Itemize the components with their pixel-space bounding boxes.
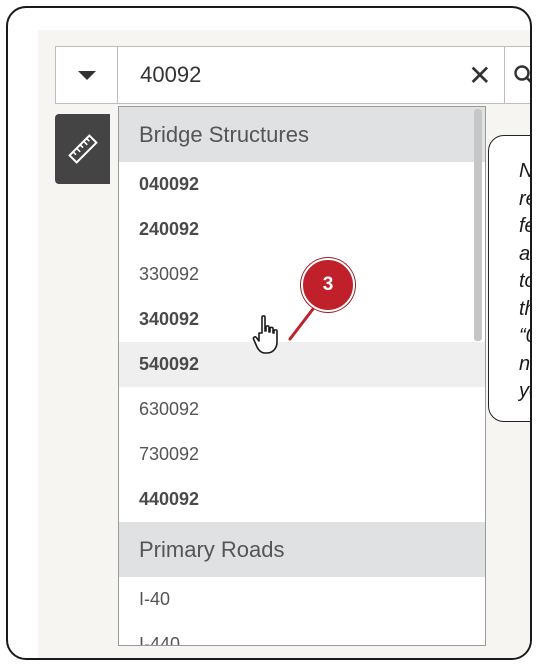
dropdown-scrollbar[interactable]	[474, 109, 482, 341]
search-suggestions-dropdown: Bridge Structures 040092 240092 330092 3…	[118, 106, 486, 646]
caret-down-icon	[77, 70, 96, 80]
note-line: featu	[519, 215, 530, 237]
search-source-dropdown-button[interactable]	[56, 47, 119, 103]
result-item[interactable]: 340092	[119, 297, 485, 342]
result-item[interactable]: 730092	[119, 432, 485, 477]
search-button[interactable]	[505, 47, 530, 103]
search-input[interactable]: 40092	[118, 47, 456, 103]
close-icon: ✕	[468, 59, 492, 91]
step-number-badge: 3	[301, 258, 355, 312]
group-header-primary-roads: Primary Roads	[119, 522, 485, 577]
search-bar: 40092 ✕	[55, 46, 530, 104]
annotation-note-box: Note retur featu auto to th the l “040 n…	[488, 135, 531, 422]
note-line: Note	[519, 158, 530, 186]
note-line: you v	[519, 380, 530, 402]
measure-tool-button[interactable]	[55, 114, 110, 184]
ruler-icon	[67, 134, 98, 164]
result-item[interactable]: 040092	[119, 162, 485, 207]
note-line: to th	[519, 270, 530, 292]
note-line: retur	[519, 187, 530, 210]
result-item[interactable]: I-40	[119, 577, 485, 622]
hand-pointer-icon	[252, 315, 278, 354]
group-header-bridge-structures: Bridge Structures	[119, 107, 485, 162]
note-line: not b	[519, 352, 531, 375]
result-item-hovered[interactable]: 540092	[119, 342, 485, 387]
search-icon	[514, 65, 530, 83]
result-item[interactable]: I-440	[119, 622, 485, 645]
result-item[interactable]: 630092	[119, 387, 485, 432]
note-line: the l	[519, 297, 530, 320]
clear-search-button[interactable]: ✕	[456, 47, 505, 103]
note-line: auto	[519, 242, 531, 265]
note-line: “040	[519, 325, 530, 347]
result-item[interactable]: 240092	[119, 207, 485, 252]
result-item[interactable]: 440092	[119, 477, 485, 522]
